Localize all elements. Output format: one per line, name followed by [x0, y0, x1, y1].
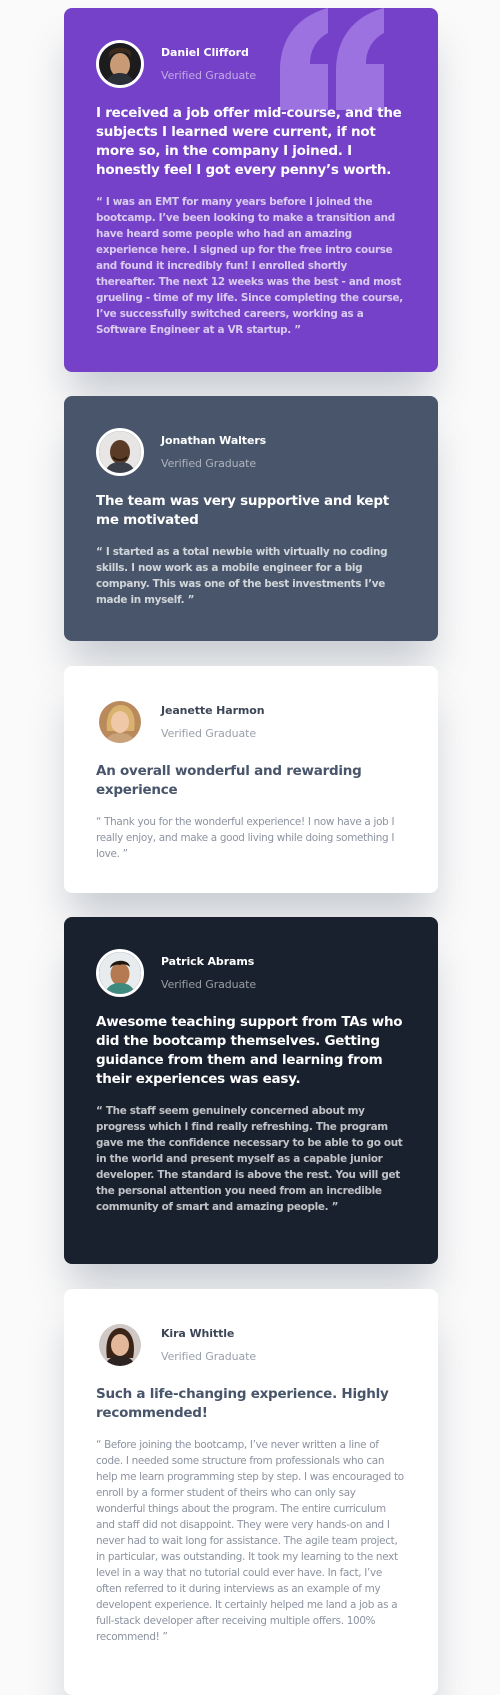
author-header: Daniel Clifford Verified Graduate	[96, 40, 406, 88]
testimonial-body: “ Thank you for the wonderful experience…	[96, 816, 395, 860]
author-role: Verified Graduate	[161, 68, 257, 82]
author-role: Verified Graduate	[161, 726, 257, 740]
testimonial-headline: Awesome teaching support from TAs who di…	[96, 1014, 403, 1087]
avatar	[96, 698, 144, 746]
avatar	[96, 428, 144, 476]
author-header: Jonathan Walters Verified Graduate	[96, 428, 406, 476]
testimonial-card-kira: Kira Whittle Verified Graduate Such a li…	[64, 1289, 438, 1695]
author-role: Verified Graduate	[161, 977, 257, 991]
testimonial-body: “ I started as a total newbie with virtu…	[96, 546, 388, 606]
author-name: Daniel Clifford	[161, 45, 249, 59]
testimonial-headline: The team was very supportive and kept me…	[96, 493, 389, 528]
avatar	[96, 40, 144, 88]
avatar	[96, 1321, 144, 1369]
author-name: Jonathan Walters	[161, 433, 267, 447]
author-name: Patrick Abrams	[161, 954, 255, 968]
testimonial-headline: An overall wonderful and rewarding exper…	[96, 763, 362, 798]
testimonial-card-jeanette: Jeanette Harmon Verified Graduate An ove…	[64, 666, 438, 893]
author-role: Verified Graduate	[161, 1349, 257, 1363]
testimonial-body: “ Before joining the bootcamp, I’ve neve…	[96, 1439, 404, 1643]
testimonial-body: “ I was an EMT for many years before I j…	[96, 196, 403, 336]
testimonial-body: “ The staff seem genuinely concerned abo…	[96, 1105, 403, 1213]
testimonial-headline: Such a life-changing experience. Highly …	[96, 1386, 389, 1421]
testimonial-card-daniel: Daniel Clifford Verified Graduate I rece…	[64, 8, 438, 372]
testimonial-card-jonathan: Jonathan Walters Verified Graduate The t…	[64, 396, 438, 641]
testimonial-headline: I received a job offer mid-course, and t…	[96, 105, 402, 178]
author-name: Kira Whittle	[161, 1326, 235, 1340]
author-header: Kira Whittle Verified Graduate	[96, 1321, 406, 1369]
author-header: Jeanette Harmon Verified Graduate	[96, 698, 406, 746]
avatar	[96, 949, 144, 997]
author-header: Patrick Abrams Verified Graduate	[96, 949, 406, 997]
author-role: Verified Graduate	[161, 456, 257, 470]
testimonial-card-patrick: Patrick Abrams Verified Graduate Awesome…	[64, 917, 438, 1264]
author-name: Jeanette Harmon	[161, 703, 265, 717]
